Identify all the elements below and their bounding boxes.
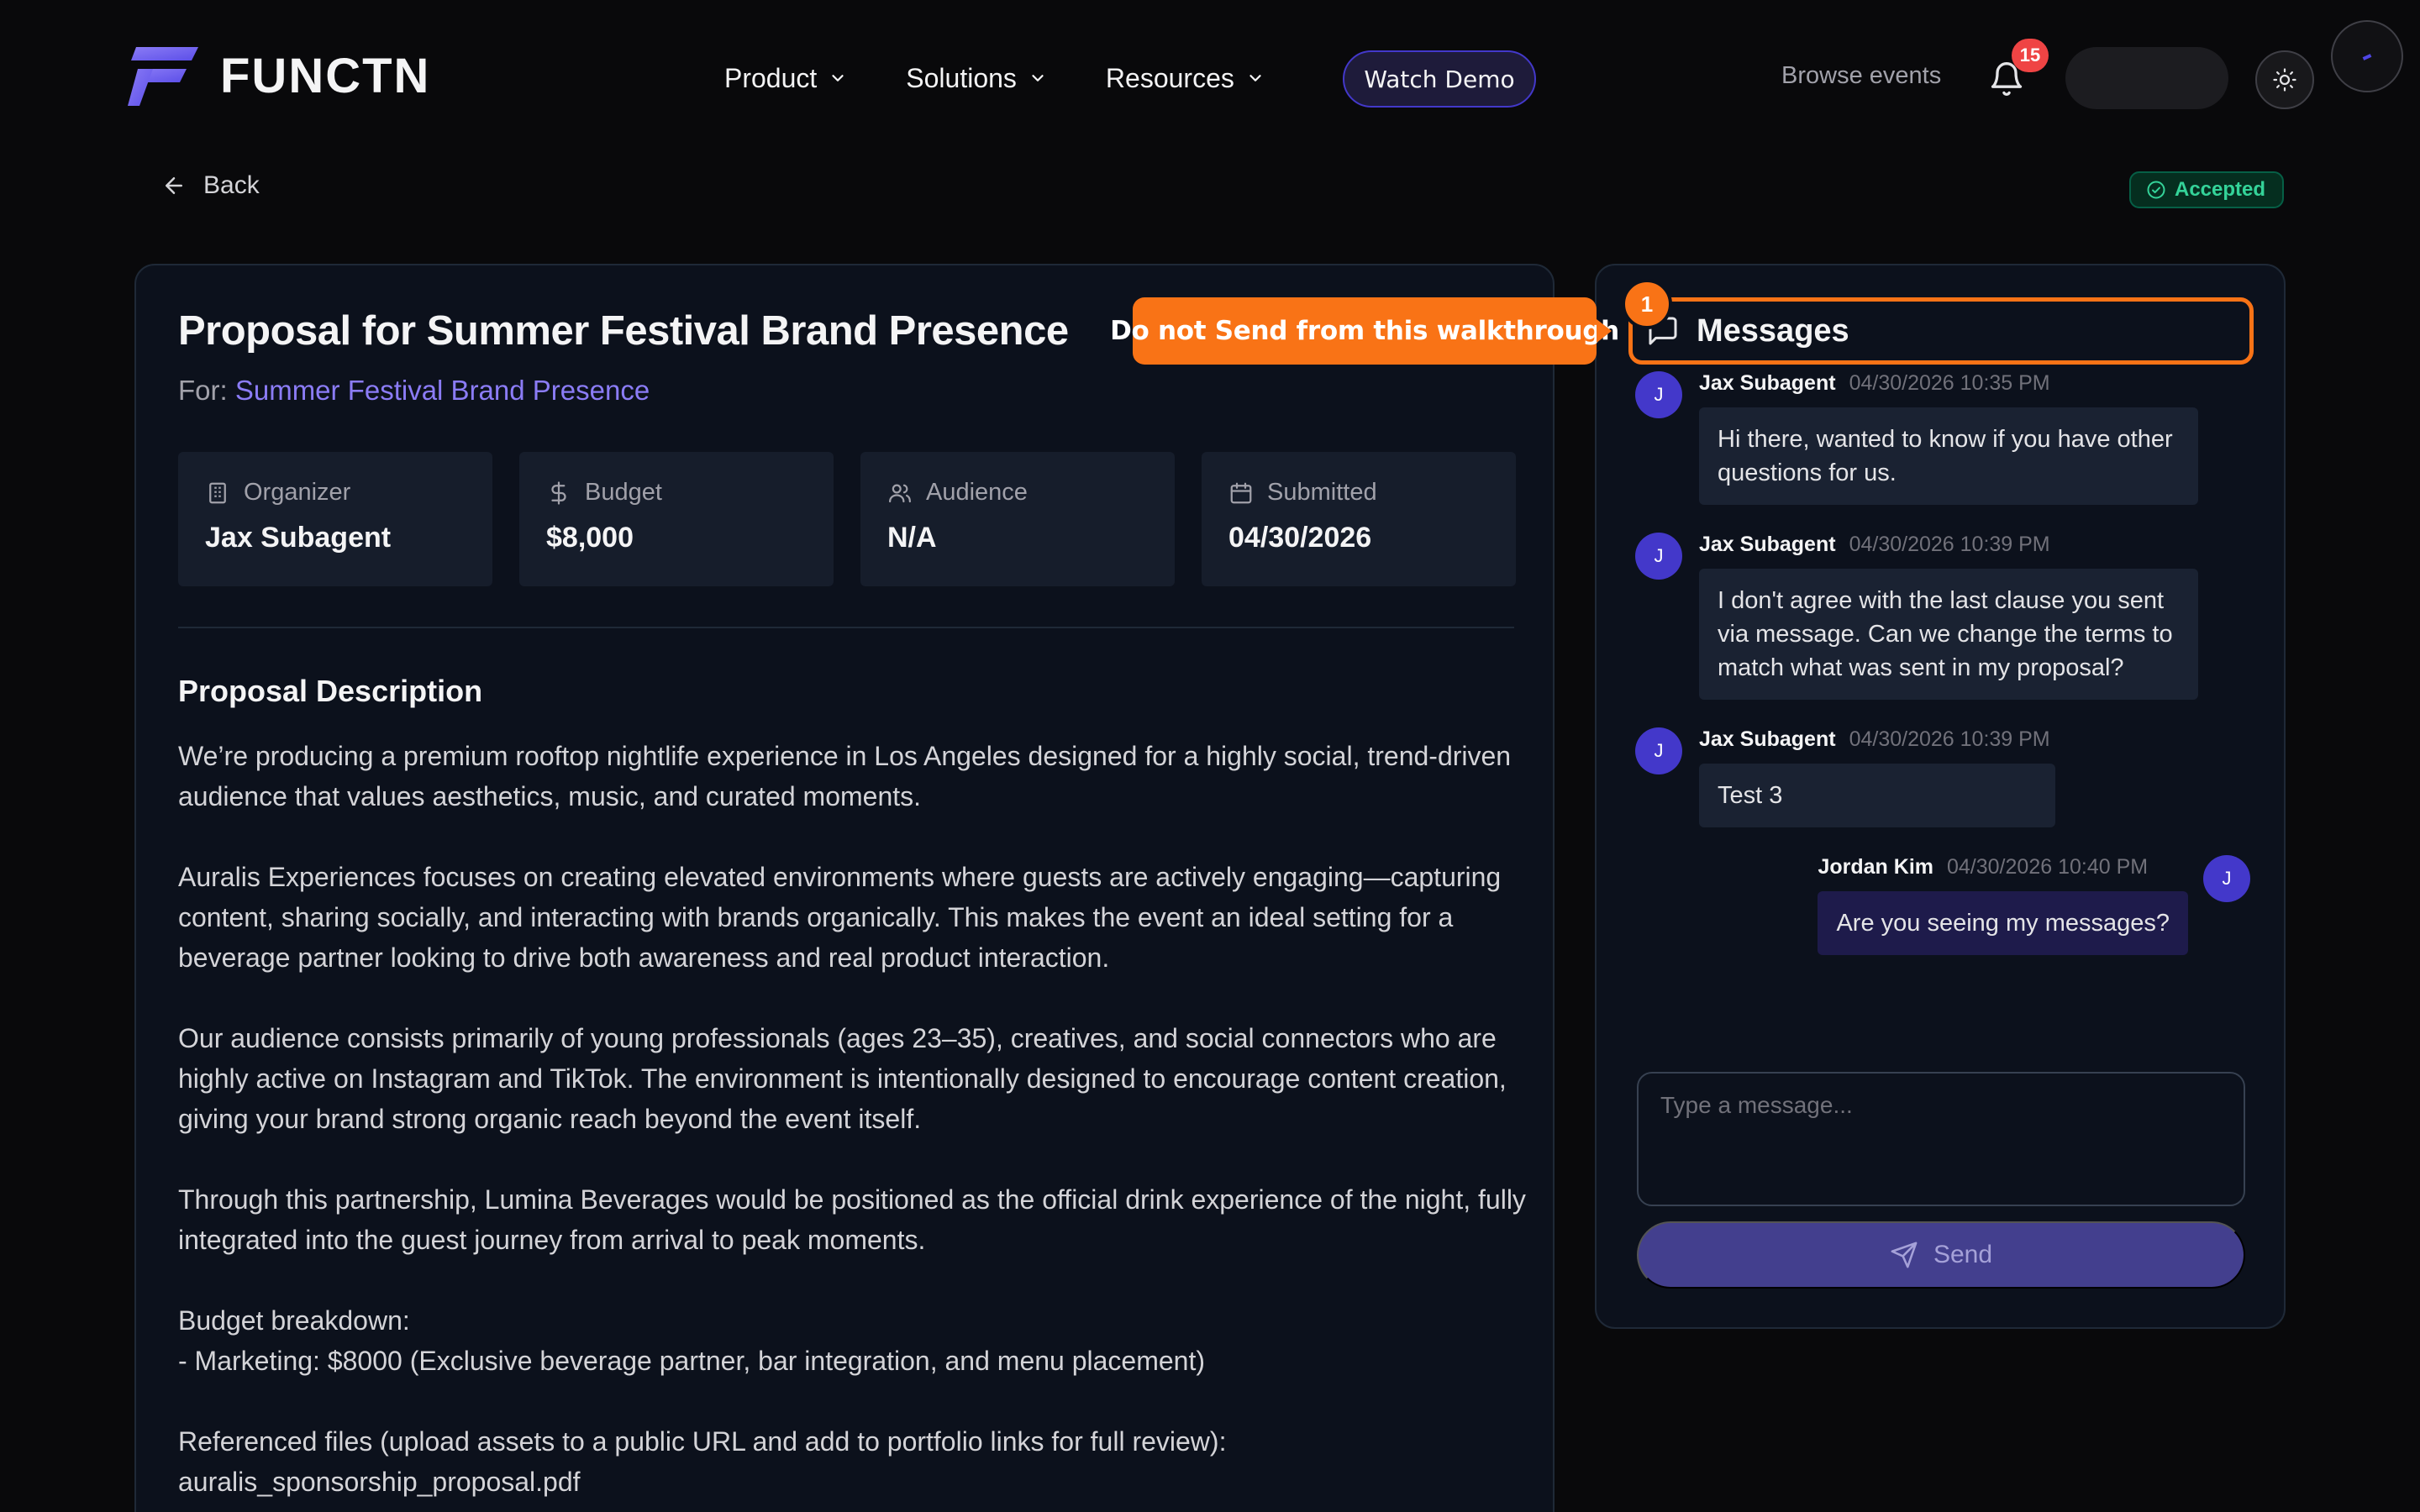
avatar: J	[2203, 855, 2250, 902]
theme-toggle-button[interactable]	[2255, 50, 2314, 109]
stat-label: Submitted	[1267, 479, 1377, 506]
description-paragraph: Through this partnership, Lumina Beverag…	[178, 1184, 1526, 1255]
page-title: Proposal for Summer Festival Brand Prese…	[178, 308, 1069, 354]
stat-organizer: Organizer Jax Subagent	[178, 452, 492, 586]
send-button[interactable]: Send	[1637, 1221, 2245, 1289]
sender-name: Jax Subagent	[1699, 533, 1836, 556]
message-item: J Jax Subagent 04/30/2026 10:39 PM I don'…	[1635, 533, 2198, 700]
sender-name: Jordan Kim	[1818, 855, 1933, 879]
description-paragraph: Referenced files (upload assets to a pub…	[178, 1426, 1227, 1497]
for-prefix: For:	[178, 375, 228, 406]
message-item: J Jax Subagent 04/30/2026 10:35 PM Hi the…	[1635, 371, 2198, 505]
proposal-description: We’re producing a premium rooftop nightl…	[178, 736, 1531, 1512]
description-paragraph: Budget breakdown: - Marketing: $8000 (Ex…	[178, 1305, 1206, 1376]
arrow-left-icon	[166, 177, 182, 194]
functn-logo-icon	[128, 47, 198, 106]
back-label: Back	[203, 171, 260, 199]
logo-text: FUNCTN	[220, 49, 431, 103]
avatar: J	[1635, 727, 1682, 774]
stat-value: $8,000	[546, 522, 634, 554]
calendar-icon	[1230, 482, 1252, 503]
walkthrough-step-badge: 1	[1622, 279, 1672, 329]
send-label: Send	[1933, 1241, 1993, 1268]
stat-label: Audience	[926, 479, 1028, 506]
top-nav: FUNCTN Product Solutions Resources Watch…	[0, 0, 2420, 160]
notification-badge: 15	[2012, 39, 2049, 72]
message-time: 04/30/2026 10:35 PM	[1849, 371, 2050, 395]
nav-solutions[interactable]: Solutions	[906, 63, 1047, 94]
stats-row: Organizer Jax Subagent Budget $8,000 Aud…	[178, 452, 1516, 586]
message-bubble: Hi there, wanted to know if you have oth…	[1699, 407, 2198, 505]
stat-audience: Audience N/A	[860, 452, 1175, 586]
nav-resources-label: Resources	[1105, 62, 1234, 93]
stat-submitted: Submitted 04/30/2026	[1202, 452, 1516, 586]
description-heading: Proposal Description	[178, 674, 483, 708]
description-paragraph: Our audience consists primarily of young…	[178, 1023, 1507, 1134]
message-time: 04/30/2026 10:39 PM	[1849, 533, 2050, 556]
description-paragraph: We’re producing a premium rooftop nightl…	[178, 741, 1512, 811]
message-bubble: Are you seeing my messages?	[1818, 891, 2188, 955]
nav-links: Product Solutions Resources	[724, 50, 1323, 106]
message-time: 04/30/2026 10:39 PM	[1849, 727, 2050, 751]
send-icon	[1891, 1242, 1918, 1268]
message-item: J Jax Subagent 04/30/2026 10:39 PM Test 3	[1635, 727, 2055, 827]
stat-value: 04/30/2026	[1228, 522, 1372, 554]
description-paragraph: Auralis Experiences focuses on creating …	[178, 862, 1502, 973]
chevron-down-icon	[1249, 75, 1261, 81]
nav-solutions-label: Solutions	[906, 62, 1017, 93]
proposal-for: For: Summer Festival Brand Presence	[178, 375, 650, 407]
avatar: J	[1635, 371, 1682, 418]
avatar: J	[1635, 533, 1682, 580]
logo[interactable]: FUNCTN	[128, 47, 430, 106]
building-icon	[209, 482, 226, 503]
profile-avatar-button[interactable]	[2331, 20, 2403, 92]
messages-header: Messages	[1628, 297, 2254, 365]
sender-name: Jax Subagent	[1699, 727, 1836, 751]
status-badge: Accepted	[2129, 171, 2285, 208]
messages-title: Messages	[1697, 312, 1849, 349]
stat-value: Jax Subagent	[205, 522, 392, 554]
message-input[interactable]: Type a message...	[1637, 1072, 2245, 1206]
stat-budget: Budget $8,000	[519, 452, 834, 586]
sender-name: Jax Subagent	[1699, 371, 1836, 395]
back-link[interactable]: Back	[161, 171, 260, 200]
message-time: 04/30/2026 10:40 PM	[1947, 855, 2149, 879]
message-bubble: I don't agree with the last clause you s…	[1699, 569, 2198, 700]
proposal-card: Proposal for Summer Festival Brand Prese…	[134, 264, 1555, 1512]
sun-icon	[2273, 68, 2296, 92]
check-circle-icon	[2147, 181, 2165, 199]
nav-product-label: Product	[724, 62, 818, 93]
stat-value: N/A	[887, 522, 937, 554]
nav-resources[interactable]: Resources	[1106, 63, 1265, 94]
walkthrough-tooltip: Do not Send from this walkthrough	[1110, 297, 1619, 365]
message-item: J Jordan Kim 04/30/2026 10:40 PM Are you …	[1818, 855, 2250, 955]
dollar-icon	[551, 480, 566, 505]
nav-product[interactable]: Product	[724, 63, 847, 94]
chevron-down-icon	[1032, 75, 1044, 81]
stat-label: Organizer	[244, 479, 351, 506]
message-bubble: Test 3	[1699, 764, 2055, 827]
stat-label: Budget	[585, 479, 662, 506]
users-icon	[889, 484, 911, 502]
status-label: Accepted	[2175, 178, 2266, 201]
event-link[interactable]: Summer Festival Brand Presence	[235, 375, 650, 406]
divider	[178, 627, 1514, 628]
messages-panel: Messages J Jax Subagent 04/30/2026 10:35 …	[1595, 264, 2286, 1329]
chevron-down-icon	[832, 75, 844, 81]
watch-demo-button[interactable]: Watch Demo	[1343, 50, 1536, 108]
user-menu-button[interactable]	[2065, 47, 2228, 109]
browse-events-link[interactable]: Browse events	[1781, 62, 1941, 90]
